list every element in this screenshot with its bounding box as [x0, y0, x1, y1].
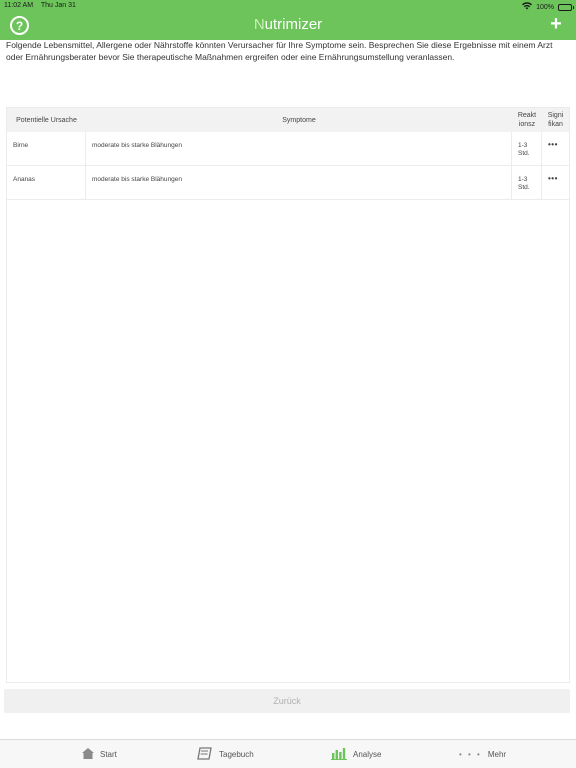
- battery-percent: 100%: [536, 3, 554, 11]
- header-reaction-l2: ionsz: [518, 121, 536, 128]
- battery-icon: [558, 3, 574, 11]
- header-reaction-l1: Reakt: [517, 112, 537, 119]
- row-cause: Birne: [7, 132, 86, 166]
- tab-analyse-label: Analyse: [353, 750, 382, 759]
- home-icon: [82, 748, 94, 761]
- row-reaction-l1: 1-3: [518, 142, 528, 149]
- header-cause: Potentielle Ursache: [16, 116, 77, 124]
- more-dots-icon: • • •: [459, 750, 482, 759]
- header-symptoms: Symptome: [282, 116, 316, 124]
- significance-dots-icon: •••: [548, 140, 558, 149]
- row-reaction-l2: Std.: [518, 150, 530, 157]
- tab-tagebuch[interactable]: Tagebuch: [197, 740, 254, 768]
- header-bar: 11:02 AM Thu Jan 31 100% ? Nutrimizer +: [0, 0, 576, 40]
- app-title-first: N: [253, 16, 265, 33]
- row-reaction-l2: Std.: [518, 184, 530, 191]
- results-table: Potentielle Ursache Symptome Reakt ionsz…: [6, 107, 570, 683]
- header-signif-l2: fikan: [548, 121, 563, 128]
- row-cause: Ananas: [7, 166, 86, 200]
- tab-mehr-label: Mehr: [487, 750, 507, 759]
- tab-start-label: Start: [100, 750, 117, 759]
- bar-chart-icon: [331, 747, 347, 762]
- intro-text: Folgende Lebensmittel, Allergene oder Nä…: [6, 40, 553, 62]
- back-button[interactable]: Zurück: [4, 689, 570, 713]
- table-row[interactable]: Ananas moderate bis starke Blähungen 1-3…: [7, 166, 569, 200]
- tab-analyse[interactable]: Analyse: [331, 740, 381, 768]
- row-reaction: 1-3 Std.: [512, 166, 542, 200]
- header-significance: Signi fikan: [542, 108, 569, 132]
- row-symptom: moderate bis starke Blähungen: [86, 166, 512, 200]
- tab-start[interactable]: Start: [82, 740, 117, 768]
- book-icon: [197, 747, 213, 762]
- row-reaction-l1: 1-3: [518, 176, 528, 183]
- app-title: Nutrimizer: [0, 16, 576, 33]
- add-icon[interactable]: +: [548, 14, 564, 34]
- significance-dots-icon: •••: [548, 174, 558, 183]
- tab-tagebuch-label: Tagebuch: [219, 750, 254, 759]
- header-signif-l1: Signi: [547, 112, 564, 119]
- table-header: Potentielle Ursache Symptome Reakt ionsz…: [7, 108, 569, 132]
- app-title-rest: utrimizer: [264, 16, 323, 33]
- status-time: 11:02 AM: [4, 2, 34, 9]
- tab-mehr[interactable]: • • • Mehr: [459, 740, 506, 768]
- row-symptom: moderate bis starke Blähungen: [86, 132, 512, 166]
- header-reaction: Reakt ionsz: [512, 108, 542, 132]
- table-row[interactable]: Birne moderate bis starke Blähungen 1-3 …: [7, 132, 569, 166]
- status-bar: 11:02 AM Thu Jan 31 100%: [0, 0, 576, 12]
- row-reaction: 1-3 Std.: [512, 132, 542, 166]
- status-date: Thu Jan 31: [40, 2, 76, 9]
- wifi-icon: [522, 2, 533, 12]
- tab-bar: Start Tagebuch Analyse • • • Mehr: [0, 739, 576, 768]
